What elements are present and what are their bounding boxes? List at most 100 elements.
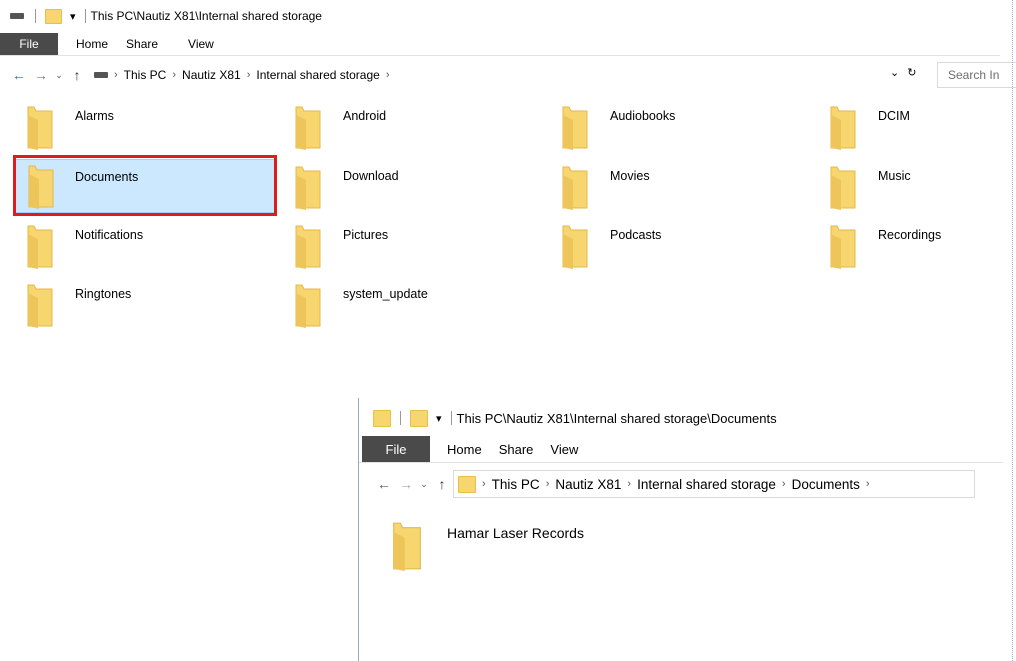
folder-icon bbox=[458, 475, 476, 493]
crumb-internal-storage[interactable]: Internal shared storage bbox=[256, 68, 379, 82]
folder-icon bbox=[295, 225, 321, 269]
folder-item[interactable]: system_update bbox=[282, 279, 544, 329]
breadcrumb[interactable]: › This PC › Nautiz X81 › Internal shared… bbox=[453, 470, 975, 498]
tab-home[interactable]: Home bbox=[430, 442, 499, 457]
folder-item[interactable]: DCIM bbox=[817, 101, 997, 151]
folder-icon bbox=[295, 106, 321, 150]
folder-item[interactable]: Notifications bbox=[14, 220, 276, 270]
window-title: This PC\Nautiz X81\Internal shared stora… bbox=[456, 410, 777, 426]
chevron-right-icon[interactable]: › bbox=[546, 478, 550, 490]
title-bar: ▾ This PC\Nautiz X81\Internal shared sto… bbox=[0, 0, 1016, 32]
tab-file[interactable]: File bbox=[0, 33, 58, 55]
forward-arrow-icon[interactable]: → bbox=[395, 476, 417, 492]
forward-arrow-icon[interactable]: → bbox=[30, 67, 52, 83]
folder-icon bbox=[562, 166, 588, 210]
folder-item[interactable]: Podcasts bbox=[549, 220, 811, 270]
address-bar: ← → ⌄ ↑ › This PC › Nautiz X81 › Interna… bbox=[359, 470, 1003, 498]
folder-label: system_update bbox=[343, 287, 428, 301]
tab-view[interactable]: View bbox=[176, 37, 232, 51]
recent-locations-chevron-icon[interactable]: ⌄ bbox=[52, 70, 66, 81]
chevron-right-icon[interactable]: › bbox=[866, 478, 870, 490]
address-controls: ⌄ ↻ bbox=[890, 66, 916, 79]
folder-icon bbox=[295, 284, 321, 328]
chevron-right-icon[interactable]: › bbox=[782, 478, 786, 490]
folder-icon bbox=[562, 225, 588, 269]
folder-icon[interactable] bbox=[45, 8, 62, 24]
folder-label: Android bbox=[343, 109, 387, 123]
tab-share[interactable]: Share bbox=[499, 442, 551, 457]
folder-icon bbox=[830, 106, 856, 150]
window-title: This PC\Nautiz X81\Internal shared stora… bbox=[90, 9, 322, 23]
folder-item[interactable]: Alarms bbox=[14, 101, 276, 151]
recent-locations-chevron-icon[interactable]: ⌄ bbox=[417, 479, 431, 490]
folder-label: Alarms bbox=[75, 109, 114, 123]
crumb-documents[interactable]: Documents bbox=[792, 477, 860, 492]
tab-share[interactable]: Share bbox=[126, 37, 176, 51]
folder-item[interactable]: Ringtones bbox=[14, 279, 276, 329]
folder-icon bbox=[27, 284, 53, 328]
folder-label: Recordings bbox=[878, 228, 942, 242]
back-arrow-icon[interactable]: ← bbox=[373, 476, 395, 492]
folder-label: Download bbox=[343, 169, 399, 183]
edge-divider bbox=[1012, 0, 1013, 661]
tab-view[interactable]: View bbox=[550, 442, 595, 457]
folder-label: Movies bbox=[610, 169, 650, 183]
folder-icon bbox=[830, 166, 856, 210]
chevron-right-icon[interactable]: › bbox=[247, 69, 251, 81]
folder-icon bbox=[830, 225, 856, 269]
tab-file[interactable]: File bbox=[362, 436, 430, 462]
separator bbox=[35, 9, 36, 23]
folder-icon bbox=[295, 166, 321, 210]
drive-icon bbox=[10, 13, 24, 19]
quick-access-dropdown-icon[interactable]: ▾ bbox=[70, 10, 76, 23]
folder-icon bbox=[27, 106, 53, 150]
up-arrow-icon[interactable]: ↑ bbox=[431, 476, 453, 492]
chevron-right-icon[interactable]: › bbox=[482, 478, 486, 490]
crumb-nautiz[interactable]: Nautiz X81 bbox=[555, 477, 621, 492]
folder-item[interactable]: Android bbox=[282, 101, 544, 151]
up-arrow-icon[interactable]: ↑ bbox=[66, 67, 88, 83]
folder-icon bbox=[393, 522, 421, 571]
back-arrow-icon[interactable]: ← bbox=[8, 67, 30, 83]
folder-item[interactable]: Movies bbox=[549, 161, 811, 211]
highlight-box bbox=[13, 155, 277, 216]
folder-label: Notifications bbox=[75, 228, 144, 242]
chevron-right-icon[interactable]: › bbox=[114, 69, 118, 81]
crumb-internal-storage[interactable]: Internal shared storage bbox=[637, 477, 776, 492]
drive-icon bbox=[94, 72, 108, 78]
ribbon: File Home Share View bbox=[0, 33, 1000, 56]
separator bbox=[450, 411, 452, 425]
crumb-nautiz[interactable]: Nautiz X81 bbox=[182, 68, 241, 82]
folder-label: Ringtones bbox=[75, 287, 132, 301]
folder-label: Music bbox=[878, 169, 911, 183]
folder-item[interactable]: Pictures bbox=[282, 220, 544, 270]
chevron-right-icon[interactable]: › bbox=[386, 69, 390, 81]
folder-label: Pictures bbox=[343, 228, 389, 242]
tab-home[interactable]: Home bbox=[58, 37, 126, 51]
separator bbox=[400, 411, 401, 425]
ribbon: File Home Share View bbox=[359, 436, 1003, 463]
folder-item[interactable]: Audiobooks bbox=[549, 101, 811, 151]
crumb-this-pc[interactable]: This PC bbox=[124, 68, 167, 82]
folder-label: DCIM bbox=[878, 109, 910, 123]
crumb-this-pc[interactable]: This PC bbox=[492, 477, 540, 492]
title-bar: ▾ This PC\Nautiz X81\Internal shared sto… bbox=[359, 406, 777, 430]
folder-item[interactable]: Hamar Laser Records bbox=[379, 515, 679, 571]
folder-label: Hamar Laser Records bbox=[447, 525, 584, 541]
chevron-down-icon[interactable]: ⌄ bbox=[890, 66, 899, 79]
refresh-icon[interactable]: ↻ bbox=[907, 66, 916, 79]
separator bbox=[84, 9, 86, 23]
documents-window: ▾ This PC\Nautiz X81\Internal shared sto… bbox=[358, 398, 1016, 661]
quick-access-dropdown-icon[interactable]: ▾ bbox=[436, 412, 442, 425]
breadcrumb[interactable]: › This PC › Nautiz X81 › Internal shared… bbox=[92, 64, 392, 86]
folder-label: Audiobooks bbox=[610, 109, 676, 123]
folder-icon bbox=[562, 106, 588, 150]
search-input[interactable]: Search In bbox=[937, 62, 1016, 88]
folder-icon[interactable] bbox=[373, 409, 391, 427]
chevron-right-icon[interactable]: › bbox=[627, 478, 631, 490]
folder-item[interactable]: Recordings bbox=[817, 220, 997, 270]
folder-item[interactable]: Download bbox=[282, 161, 544, 211]
folder-icon[interactable] bbox=[410, 409, 428, 427]
chevron-right-icon[interactable]: › bbox=[172, 69, 176, 81]
folder-item[interactable]: Music bbox=[817, 161, 997, 211]
